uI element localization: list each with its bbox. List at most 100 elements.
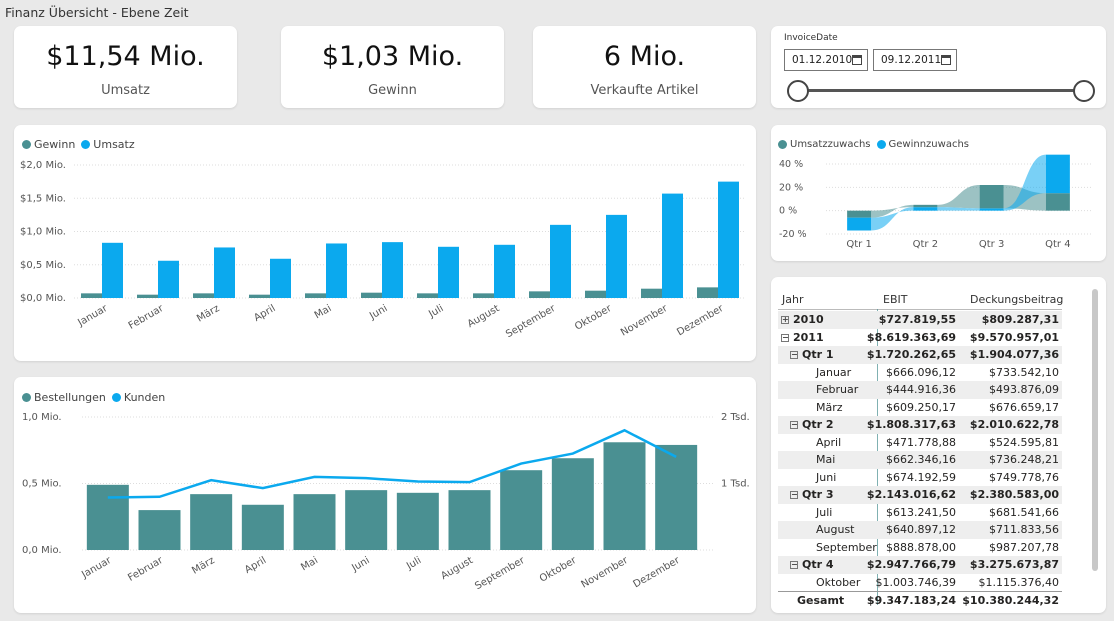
- bar-umsatz: [494, 244, 515, 298]
- matrix-row[interactable]: Mai $662.346,16 $736.248,21: [778, 451, 1062, 469]
- row-label: Juli: [816, 506, 832, 519]
- collapse-icon[interactable]: −: [790, 561, 798, 569]
- bar-umsatz: [662, 193, 683, 298]
- x-tick-label: Dezember: [631, 555, 682, 591]
- ebit-value: $674.192,59: [886, 470, 956, 484]
- deckungsbeitrag-value: $676.659,17: [989, 400, 1059, 414]
- matrix-row[interactable]: − Qtr 1 $1.720.262,65 $1.904.077,36: [778, 346, 1062, 364]
- matrix-row[interactable]: Oktober $1.003.746,39 $1.115.376,40: [778, 574, 1062, 592]
- matrix-row[interactable]: − Qtr 4 $2.947.766,79 $3.275.673,87: [778, 556, 1062, 574]
- bar-chart-svg: $0,0 Mio. $0,5 Mio. $1,0 Mio. $1,5 Mio. $2,0…: [20, 160, 746, 341]
- y-tick-label: $1,0 Mio.: [20, 227, 66, 238]
- collapse-icon[interactable]: −: [790, 421, 798, 429]
- col-header-ebit[interactable]: EBIT: [883, 293, 907, 306]
- date-slicer[interactable]: InvoiceDate 01.12.2010 09.12.2011: [771, 26, 1106, 108]
- bar-bestellungen: [551, 458, 594, 550]
- collapse-icon[interactable]: −: [790, 491, 798, 499]
- kpi-card-umsatz[interactable]: $11,54 Mio. Umsatz: [14, 26, 237, 108]
- y-tick-label: $0,5 Mio.: [20, 260, 66, 271]
- combo-chart-svg: 0,0 Mio. 0,5 Mio. 1,0 Mio. 1 Tsd. 2 Tsd. Janu…: [22, 412, 750, 592]
- date-slider-track[interactable]: [798, 89, 1086, 92]
- x-tick-label: August: [466, 303, 502, 330]
- ebit-value: $613.241,50: [886, 505, 956, 519]
- vertical-scrollbar[interactable]: [1092, 289, 1098, 571]
- row-label: April: [816, 436, 841, 449]
- kpi-label: Gewinn: [368, 83, 417, 98]
- legend-item-umsatz[interactable]: Umsatz: [81, 138, 135, 151]
- chart-zuwachs[interactable]: Umsatzzuwachs Gewinnzuwachs 40 % 20 % 0 % -…: [771, 125, 1106, 261]
- matrix-row[interactable]: Februar $444.916,36 $493.876,09: [778, 381, 1062, 399]
- matrix-row[interactable]: − Qtr 2 $1.808.317,63 $2.010.622,78: [778, 416, 1062, 434]
- bar-gewinn: [81, 293, 102, 298]
- ebit-value: $471.778,88: [886, 435, 956, 449]
- deckungsbeitrag-value: $3.275.673,87: [969, 558, 1059, 571]
- matrix-row[interactable]: September $888.878,00 $987.207,78: [778, 539, 1062, 557]
- start-date-input[interactable]: 01.12.2010: [784, 49, 868, 71]
- bar-umsatzzuwachs: [1045, 193, 1070, 211]
- legend-dot: [81, 140, 91, 149]
- legend-item-umsatzzuwachs[interactable]: Umsatzzuwachs: [778, 139, 871, 150]
- matrix-row[interactable]: Gesamt $9.347.183,24 $10.380.244,32: [778, 591, 1062, 609]
- legend-item-bestellungen[interactable]: Bestellungen: [22, 391, 106, 404]
- matrix-row[interactable]: April $471.778,88 $524.595,81: [778, 434, 1062, 452]
- matrix-row[interactable]: August $640.897,12 $711.833,56: [778, 521, 1062, 539]
- calendar-icon[interactable]: [941, 55, 951, 65]
- legend-dot: [876, 140, 886, 149]
- matrix-visual[interactable]: Jahr EBIT Deckungsbeitrag +2010 $727.819,…: [771, 277, 1106, 613]
- x-tick-label: März: [190, 555, 216, 577]
- bar-umsatz: [718, 181, 739, 298]
- legend-item-gewinnzuwachs[interactable]: Gewinnzuwachs: [876, 139, 969, 150]
- matrix-row[interactable]: +2010 $727.819,55 $809.287,31: [778, 311, 1062, 329]
- matrix-row[interactable]: Juni $674.192,59 $749.778,76: [778, 469, 1062, 487]
- legend-dot: [111, 393, 121, 402]
- row-label: Januar: [816, 366, 851, 379]
- matrix-row[interactable]: Juli $613.241,50 $681.541,66: [778, 504, 1062, 522]
- x-tick-label: Mai: [299, 555, 320, 573]
- bar-gewinn: [193, 293, 214, 298]
- row-label: − Qtr 3: [790, 488, 834, 501]
- kpi-card-gewinn[interactable]: $1,03 Mio. Gewinn: [281, 26, 504, 108]
- row-label-text: Januar: [816, 365, 852, 379]
- expand-icon[interactable]: +: [781, 316, 789, 324]
- kpi-card-verkaufte-artikel[interactable]: 6 Mio. Verkaufte Artikel: [533, 26, 756, 108]
- row-label: − Qtr 1: [790, 348, 834, 361]
- matrix-row[interactable]: −2011 $8.619.363,69 $9.570.957,01: [778, 329, 1062, 347]
- bar-bestellungen: [293, 494, 336, 550]
- calendar-icon[interactable]: [852, 55, 862, 65]
- y-tick-label-right: 2 Tsd.: [721, 412, 750, 423]
- slider-handle-end[interactable]: [1073, 80, 1095, 102]
- bar-gewinnzuwachs: [1045, 154, 1070, 194]
- legend-item-gewinn[interactable]: Gewinn: [22, 138, 75, 151]
- x-tick-label: September: [504, 303, 558, 341]
- row-label: − Qtr 2: [790, 418, 834, 431]
- matrix-row[interactable]: März $609.250,17 $676.659,17: [778, 399, 1062, 417]
- bar-umsatz: [606, 214, 627, 298]
- collapse-icon[interactable]: −: [781, 333, 789, 342]
- bar-gewinn: [641, 288, 662, 298]
- deckungsbeitrag-value: $9.570.957,01: [969, 330, 1059, 344]
- matrix-row[interactable]: Januar $666.096,12 $733.542,10: [778, 364, 1062, 382]
- x-tick-label: Qtr 1: [846, 239, 871, 250]
- page-title: Finanz Übersicht - Ebene Zeit: [5, 5, 189, 20]
- bar-gewinn: [361, 292, 382, 298]
- deckungsbeitrag-value: $711.833,56: [989, 523, 1059, 536]
- row-label-text: Mai: [816, 453, 836, 466]
- row-label-text: Juni: [816, 470, 837, 484]
- slider-handle-start[interactable]: [787, 80, 809, 102]
- bar-umsatz: [326, 243, 347, 298]
- legend-item-kunden[interactable]: Kunden: [111, 391, 165, 404]
- bar-bestellungen: [396, 492, 439, 550]
- col-header-jahr[interactable]: Jahr: [782, 293, 803, 306]
- bar-umsatzzuwachs: [847, 210, 872, 218]
- end-date-input[interactable]: 09.12.2011: [873, 49, 957, 71]
- chart-gewinn-umsatz[interactable]: Gewinn Umsatz $0,0 Mio. $0,5 Mio. $1,0 Mio…: [14, 125, 756, 361]
- chart-bestellungen-kunden[interactable]: Bestellungen Kunden 0,0 Mio. 0,5 Mio. 1,0 …: [14, 377, 756, 613]
- kpi-value: 6 Mio.: [603, 41, 686, 72]
- col-header-deckungsbeitrag[interactable]: Deckungsbeitrag: [970, 293, 1063, 306]
- row-label-text: April: [816, 435, 842, 449]
- collapse-icon[interactable]: −: [790, 351, 798, 359]
- matrix-row[interactable]: − Qtr 3 $2.143.016,62 $2.380.583,00: [778, 486, 1062, 504]
- deckungsbeitrag-value: $733.542,10: [989, 365, 1059, 379]
- row-label: − Qtr 4: [790, 558, 834, 571]
- ebit-value: $2.947.766,79: [866, 558, 956, 571]
